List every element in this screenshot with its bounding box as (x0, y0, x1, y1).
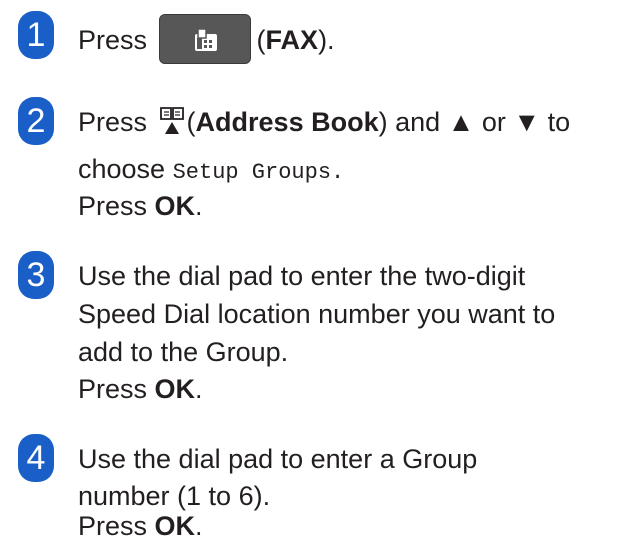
press-text: Press (78, 25, 148, 56)
choose-text: choose (78, 154, 166, 184)
ok-label: OK (154, 511, 196, 541)
period: . (195, 191, 203, 221)
address-book-label: Address Book (195, 107, 379, 137)
period: . (331, 160, 345, 185)
step-3-line-4: Press OK. (78, 371, 203, 407)
step-2-line-2: choose Setup Groups. (78, 151, 344, 191)
open-paren: ( (186, 107, 196, 137)
step-2-line-3: Press OK. (78, 188, 203, 224)
press-text: Press (78, 107, 148, 137)
close-paren: ). (318, 25, 335, 56)
and-arrows-text: ) and ▲ or ▼ to (378, 107, 571, 137)
ok-label: OK (154, 191, 196, 221)
step-3-line-1: Use the dial pad to enter the two-digit (78, 261, 526, 291)
address-book-icon (159, 106, 184, 134)
step-number-badge: 2 (18, 97, 54, 145)
ok-label: OK (154, 374, 196, 404)
step-1-line-1: Press (FAX). (78, 14, 335, 67)
press-text: Press (78, 511, 148, 541)
press-text: Press (78, 374, 148, 404)
step-4-line-1: Use the dial pad to enter a Group (78, 444, 478, 474)
period: . (195, 374, 203, 404)
step-number-badge: 4 (18, 434, 54, 482)
step-2-line-1: Press (Address Book) and ▲ or ▼ to (78, 104, 570, 140)
open-paren: ( (256, 25, 266, 56)
step-number-badge: 3 (18, 251, 54, 299)
setup-groups-option: Setup Groups (172, 160, 332, 185)
step-number-badge: 1 (18, 11, 54, 59)
press-text: Press (78, 191, 148, 221)
step-3-line-3: add to the Group. (78, 337, 289, 367)
fax-icon (194, 28, 217, 51)
step-4-line-3: Press OK. (78, 508, 203, 544)
step-3-line-2: Speed Dial location number you want to (78, 299, 556, 329)
fax-button[interactable] (158, 14, 251, 64)
period: . (195, 511, 203, 541)
fax-label: FAX (265, 25, 319, 56)
